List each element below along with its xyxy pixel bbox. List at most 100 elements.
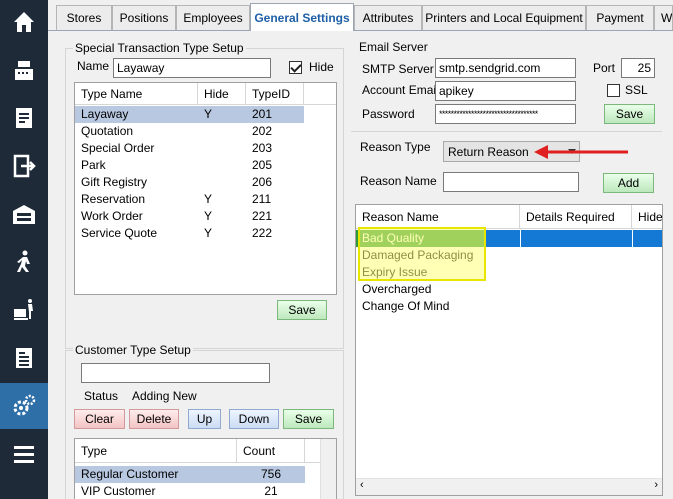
tab-general-settings[interactable]: General Settings — [250, 3, 354, 31]
cell-divider — [520, 230, 521, 247]
customer-type-group: Customer Type Setup Status Adding New Cl… — [65, 343, 344, 499]
table-row[interactable]: Park 205 — [75, 157, 304, 174]
annotation-highlight-box — [358, 227, 486, 281]
sidebar-item-delivery[interactable] — [0, 288, 48, 332]
special-transaction-group: Special Transaction Type Setup Name Laya… — [65, 41, 344, 349]
table-row[interactable]: Reservation Y 211 — [75, 191, 304, 208]
col-details-required[interactable]: Details Required — [520, 205, 632, 229]
sidebar-item-home[interactable] — [0, 0, 48, 44]
table-row[interactable]: Work Order Y 221 — [75, 208, 304, 225]
sidebar — [0, 0, 48, 499]
reason-add-button[interactable]: Add — [603, 173, 654, 193]
reason-setup-group: Reason Type Return Reason Reason Name Ad… — [351, 131, 663, 496]
tab-positions[interactable]: Positions — [112, 5, 176, 30]
sidebar-item-reports[interactable] — [0, 336, 48, 380]
cell-name: Special Order — [81, 141, 155, 155]
list-item[interactable]: Overcharged — [356, 281, 662, 298]
ssl-checkbox[interactable] — [607, 84, 620, 97]
delete-button[interactable]: Delete — [129, 409, 179, 429]
reason-grid-h-scrollbar[interactable]: ‹ › — [356, 478, 662, 495]
tab-stores[interactable]: Stores — [56, 5, 112, 30]
list-item[interactable]: Change Of Mind — [356, 298, 662, 315]
up-button[interactable]: Up — [188, 409, 221, 429]
col-type[interactable]: Type — [75, 439, 237, 463]
sidebar-item-customers[interactable] — [0, 240, 48, 284]
cell-reason-name: Change Of Mind — [362, 299, 450, 313]
cash-register-icon — [15, 61, 33, 80]
receipt-icon — [16, 108, 32, 128]
down-button[interactable]: Down — [229, 409, 279, 429]
sidebar-item-logout[interactable] — [0, 144, 48, 188]
col-hide[interactable]: Hide — [198, 83, 246, 105]
col-reason-hide[interactable]: Hide — [632, 205, 662, 229]
tab-printers[interactable]: Printers and Local Equipment — [422, 5, 586, 30]
customer-grid-scrollbar[interactable] — [320, 439, 336, 499]
hide-checkbox[interactable] — [289, 61, 302, 74]
reason-name-input[interactable] — [443, 172, 579, 192]
cell-id: 203 — [252, 141, 273, 155]
walking-person-icon — [17, 250, 30, 272]
table-row[interactable]: Service Quote Y 222 — [75, 225, 304, 242]
col-reason-name[interactable]: Reason Name — [356, 205, 520, 229]
col-type-name[interactable]: Type Name — [75, 83, 198, 105]
reason-type-label: Reason Type — [360, 140, 431, 154]
customer-grid-header: Type Count — [75, 439, 336, 463]
tab-employees[interactable]: Employees — [176, 5, 250, 30]
transaction-save-button[interactable]: Save — [277, 300, 327, 320]
cell-name: Work Order — [81, 209, 143, 223]
clear-button[interactable]: Clear — [74, 409, 125, 429]
table-row[interactable]: Regular Customer 756 — [75, 466, 305, 483]
customer-type-input[interactable] — [81, 363, 270, 383]
sidebar-item-receipts[interactable] — [0, 96, 48, 140]
cell-name: Park — [81, 158, 106, 172]
email-save-button[interactable]: Save — [604, 104, 655, 124]
tab-attributes[interactable]: Attributes — [354, 5, 422, 30]
tab-payment[interactable]: Payment — [586, 5, 654, 30]
sidebar-item-settings[interactable] — [0, 383, 48, 429]
cell-hide: Y — [204, 226, 213, 240]
customer-save-button[interactable]: Save — [283, 409, 334, 429]
smtp-server-input[interactable]: smtp.sendgrid.com — [435, 58, 576, 78]
port-input[interactable]: 25 — [621, 58, 655, 78]
cell-name: Reservation — [81, 192, 146, 206]
cell-hide — [198, 174, 246, 191]
annotation-arrow-icon — [534, 145, 628, 159]
sidebar-item-register[interactable] — [0, 48, 48, 92]
status-value: Adding New — [132, 389, 197, 403]
account-email-input[interactable]: apikey — [435, 81, 576, 101]
reason-type-value: Return Reason — [448, 145, 529, 159]
cell-hide — [198, 157, 246, 174]
scroll-right-icon[interactable]: › — [654, 479, 658, 491]
cell-hide: Y — [204, 209, 213, 223]
col-typeid[interactable]: TypeID — [246, 83, 304, 105]
cell-name: Quotation — [81, 124, 134, 138]
cell-count: 21 — [264, 484, 278, 498]
hamburger-menu-icon — [14, 446, 34, 463]
cell-name: Layaway — [81, 107, 129, 121]
customer-type-grid[interactable]: Type Count Regular Customer 756 VIP Custom… — [74, 438, 337, 499]
table-row[interactable]: Quotation 202 — [75, 123, 304, 140]
col-count[interactable]: Count — [237, 439, 305, 463]
sidebar-item-menu[interactable] — [0, 432, 48, 476]
password-input[interactable]: ********************************** — [435, 104, 576, 124]
sidebar-item-warehouse[interactable] — [0, 192, 48, 236]
cell-reason-name: Overcharged — [362, 282, 432, 296]
reason-grid-header: Reason Name Details Required Hide — [356, 205, 662, 229]
tab-overflow[interactable]: W — [654, 5, 673, 30]
table-row[interactable]: Special Order 203 — [75, 140, 304, 157]
cell-id: 205 — [252, 158, 273, 172]
cell-type: VIP Customer — [81, 484, 156, 498]
scroll-left-icon[interactable]: ‹ — [360, 479, 364, 491]
cell-id: 202 — [252, 124, 273, 138]
transaction-type-grid[interactable]: Type Name Hide TypeID Layaway Y 201 Quotati… — [74, 82, 337, 295]
cell-hide: Y — [204, 192, 213, 206]
hide-label: Hide — [309, 60, 334, 74]
table-row[interactable]: VIP Customer 21 — [75, 483, 305, 499]
table-row[interactable]: Layaway Y 201 — [75, 106, 304, 123]
status-label: Status — [84, 389, 119, 403]
table-row[interactable]: Gift Registry 206 — [75, 174, 304, 191]
transaction-name-input[interactable]: Layaway — [113, 58, 271, 78]
cell-id: 222 — [252, 226, 273, 240]
cell-id: 201 — [252, 107, 273, 121]
reason-grid[interactable]: Reason Name Details Required Hide Bad Qu… — [355, 204, 663, 496]
